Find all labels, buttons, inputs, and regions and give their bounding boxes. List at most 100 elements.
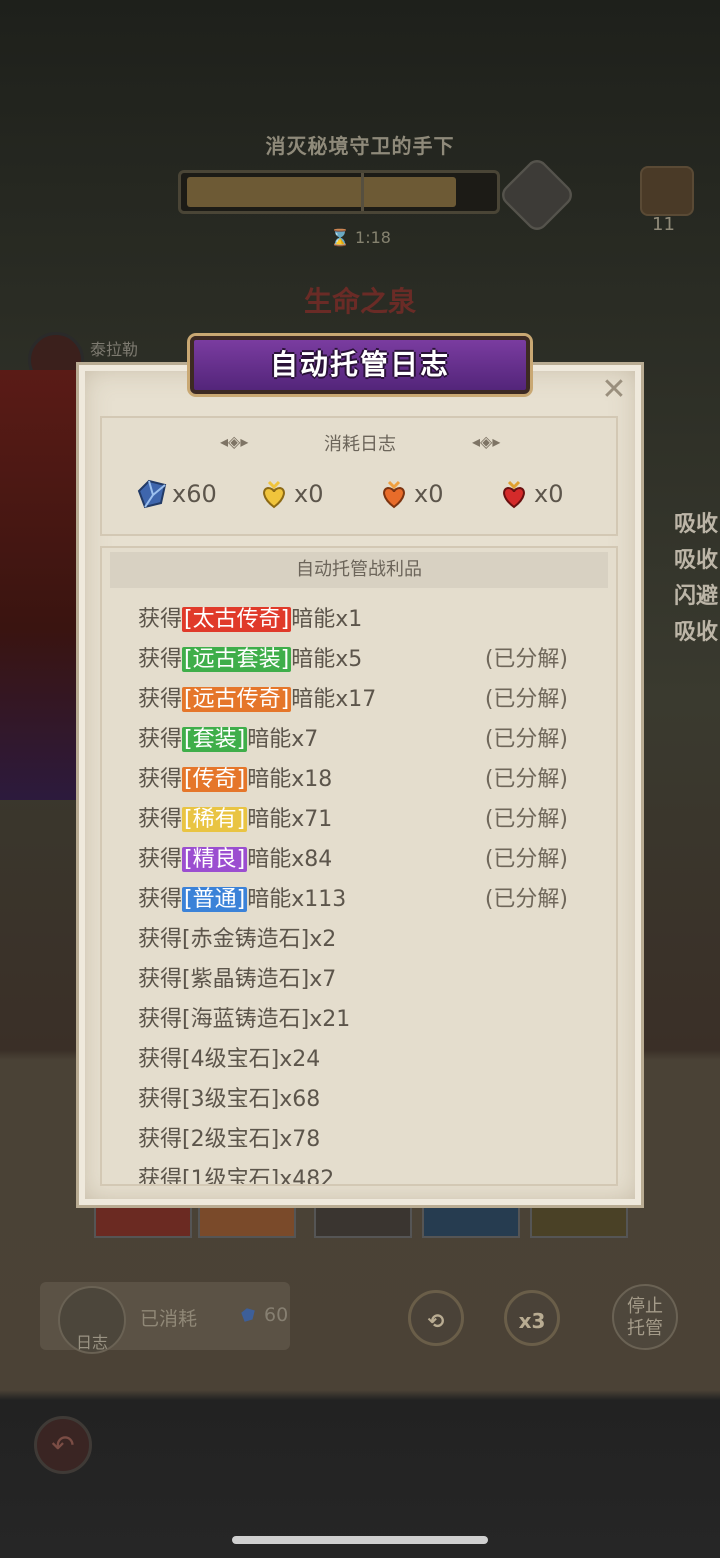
orange-heart-gem-icon: [383, 480, 405, 509]
loot-status: (已分解): [484, 847, 568, 872]
divider-ornament-icon: ◂◈▸: [472, 432, 501, 451]
consume-count: x0: [414, 480, 444, 508]
home-indicator[interactable]: [232, 1536, 488, 1544]
loot-row: 获得[稀有]暗能x71 (已分解): [138, 800, 578, 840]
consume-count: x0: [294, 480, 324, 508]
consume-count: x60: [172, 480, 217, 508]
side-status-text: 吸收: [674, 620, 719, 645]
quest-progress-fill: [187, 177, 456, 207]
loot-row: 获得[4级宝石]x24: [138, 1040, 578, 1080]
loot-amount: x482: [279, 1167, 335, 1184]
loot-prefix: 获得: [138, 1127, 183, 1152]
loot-quality-tag: [普通]: [182, 887, 248, 912]
loot-row: 获得[赤金铸造石]x2: [138, 920, 578, 960]
quest-progress-divider: [361, 173, 364, 211]
gold-heart-gem-icon: [263, 480, 285, 509]
loot-row: 获得[精良]暗能x84 (已分解): [138, 840, 578, 880]
consumed-number: 60: [264, 1304, 289, 1326]
consumed-value: 60: [238, 1304, 288, 1326]
loot-amount: x68: [279, 1087, 321, 1112]
loot-amount: x7: [309, 967, 337, 992]
loot-amount: x78: [279, 1127, 321, 1152]
loot-row: 获得[3级宝石]x68: [138, 1080, 578, 1120]
modal-title: 自动托管日志: [269, 348, 450, 381]
close-icon[interactable]: ✕: [598, 374, 630, 406]
loot-amount: 暗能x1: [291, 607, 363, 632]
stop-label: 停止托管: [627, 1296, 663, 1339]
quest-timer: ⌛ 1:18: [330, 228, 391, 247]
loot-prefix: 获得: [138, 767, 183, 792]
loot-quality-tag: [稀有]: [182, 807, 248, 832]
consume-item-red-gem: x0: [498, 476, 563, 512]
loot-quality-tag: [精良]: [182, 847, 248, 872]
side-status-text: 吸收: [674, 548, 719, 573]
log-button[interactable]: 日志: [58, 1286, 126, 1354]
loot-list[interactable]: 获得[太古传奇]暗能x1 获得[远古套装]暗能x5 (已分解) 获得[远古传奇]暗能x…: [138, 600, 578, 1184]
loot-row: 获得[传奇]暗能x18 (已分解): [138, 760, 578, 800]
quest-title: 消灭秘境守卫的手下: [265, 134, 455, 158]
loot-row: 获得[太古传奇]暗能x1: [138, 600, 578, 640]
loot-status: (已分解): [484, 807, 568, 832]
loot-row: 获得[远古套装]暗能x5 (已分解): [138, 640, 578, 680]
loot-status: (已分解): [484, 647, 568, 672]
loot-quality-tag: [远古套装]: [182, 647, 292, 672]
blue-crystal-icon: [137, 479, 167, 509]
loot-status: (已分解): [484, 727, 568, 752]
refresh-button[interactable]: ⟲: [408, 1290, 464, 1346]
loot-prefix: 获得: [138, 927, 183, 952]
loot-prefix: 获得: [138, 1047, 183, 1072]
loot-row: 获得[2级宝石]x78: [138, 1120, 578, 1160]
loot-quality-tag: [3级宝石]: [182, 1087, 280, 1112]
side-status-text: 吸收: [674, 512, 719, 537]
loot-amount: 暗能x113: [247, 887, 347, 912]
loot-prefix: 获得: [138, 607, 183, 632]
loot-log-title: 自动托管战利品: [110, 552, 608, 588]
loot-row: 获得[普通]暗能x113 (已分解): [138, 880, 578, 920]
player-name: 泰拉勒: [90, 340, 139, 359]
loot-prefix: 获得: [138, 687, 183, 712]
loot-status: (已分解): [484, 767, 568, 792]
loot-amount: x21: [309, 1007, 351, 1032]
loot-amount: 暗能x84: [247, 847, 333, 872]
loot-quality-tag: [2级宝石]: [182, 1127, 280, 1152]
loot-amount: 暗能x7: [247, 727, 319, 752]
loot-quality-tag: [1级宝石]: [182, 1167, 280, 1184]
consume-log-title: 消耗日志: [324, 434, 396, 455]
loot-amount: 暗能x17: [291, 687, 377, 712]
loot-amount: x24: [279, 1047, 321, 1072]
back-arrow-icon: ↶: [51, 1429, 75, 1462]
loot-row: 获得[远古传奇]暗能x17 (已分解): [138, 680, 578, 720]
loot-prefix: 获得: [138, 647, 183, 672]
loot-row: 获得[海蓝铸造石]x21: [138, 1000, 578, 1040]
loot-quality-tag: [太古传奇]: [182, 607, 292, 632]
log-button-label: 日志: [75, 1333, 108, 1352]
loot-amount: 暗能x71: [247, 807, 333, 832]
speed-multiplier-button[interactable]: x3: [504, 1290, 560, 1346]
loot-amount: 暗能x18: [247, 767, 333, 792]
consume-count: x0: [534, 480, 564, 508]
loot-row: 获得[紫晶铸造石]x7: [138, 960, 578, 1000]
loot-quality-tag: [紫晶铸造石]: [182, 967, 310, 992]
refresh-icon: ⟲: [427, 1309, 445, 1333]
loot-row: 获得[套装]暗能x7 (已分解): [138, 720, 578, 760]
consume-item-gold-gem: x0: [258, 476, 323, 512]
loot-prefix: 获得: [138, 967, 183, 992]
loot-status: (已分解): [484, 887, 568, 912]
consume-item-orange-gem: x0: [378, 476, 443, 512]
loot-amount: x2: [309, 927, 337, 952]
loot-row: 获得[1级宝石]x482: [138, 1160, 578, 1184]
red-heart-gem-icon: [503, 480, 525, 509]
modal-title-banner: 自动托管日志: [190, 336, 530, 394]
loot-prefix: 获得: [138, 727, 183, 752]
treasure-chest-icon[interactable]: [640, 166, 694, 216]
loot-quality-tag: [海蓝铸造石]: [182, 1007, 310, 1032]
quest-progress-bar: [178, 170, 500, 214]
consume-item-crystal: x60: [136, 476, 217, 512]
loot-prefix: 获得: [138, 847, 183, 872]
timer-value: 1:18: [355, 228, 391, 247]
stop-auto-button[interactable]: 停止托管: [612, 1284, 678, 1350]
loot-status: (已分解): [484, 687, 568, 712]
multiplier-label: x3: [518, 1309, 546, 1333]
loot-quality-tag: [传奇]: [182, 767, 248, 792]
back-button[interactable]: ↶: [34, 1416, 92, 1474]
